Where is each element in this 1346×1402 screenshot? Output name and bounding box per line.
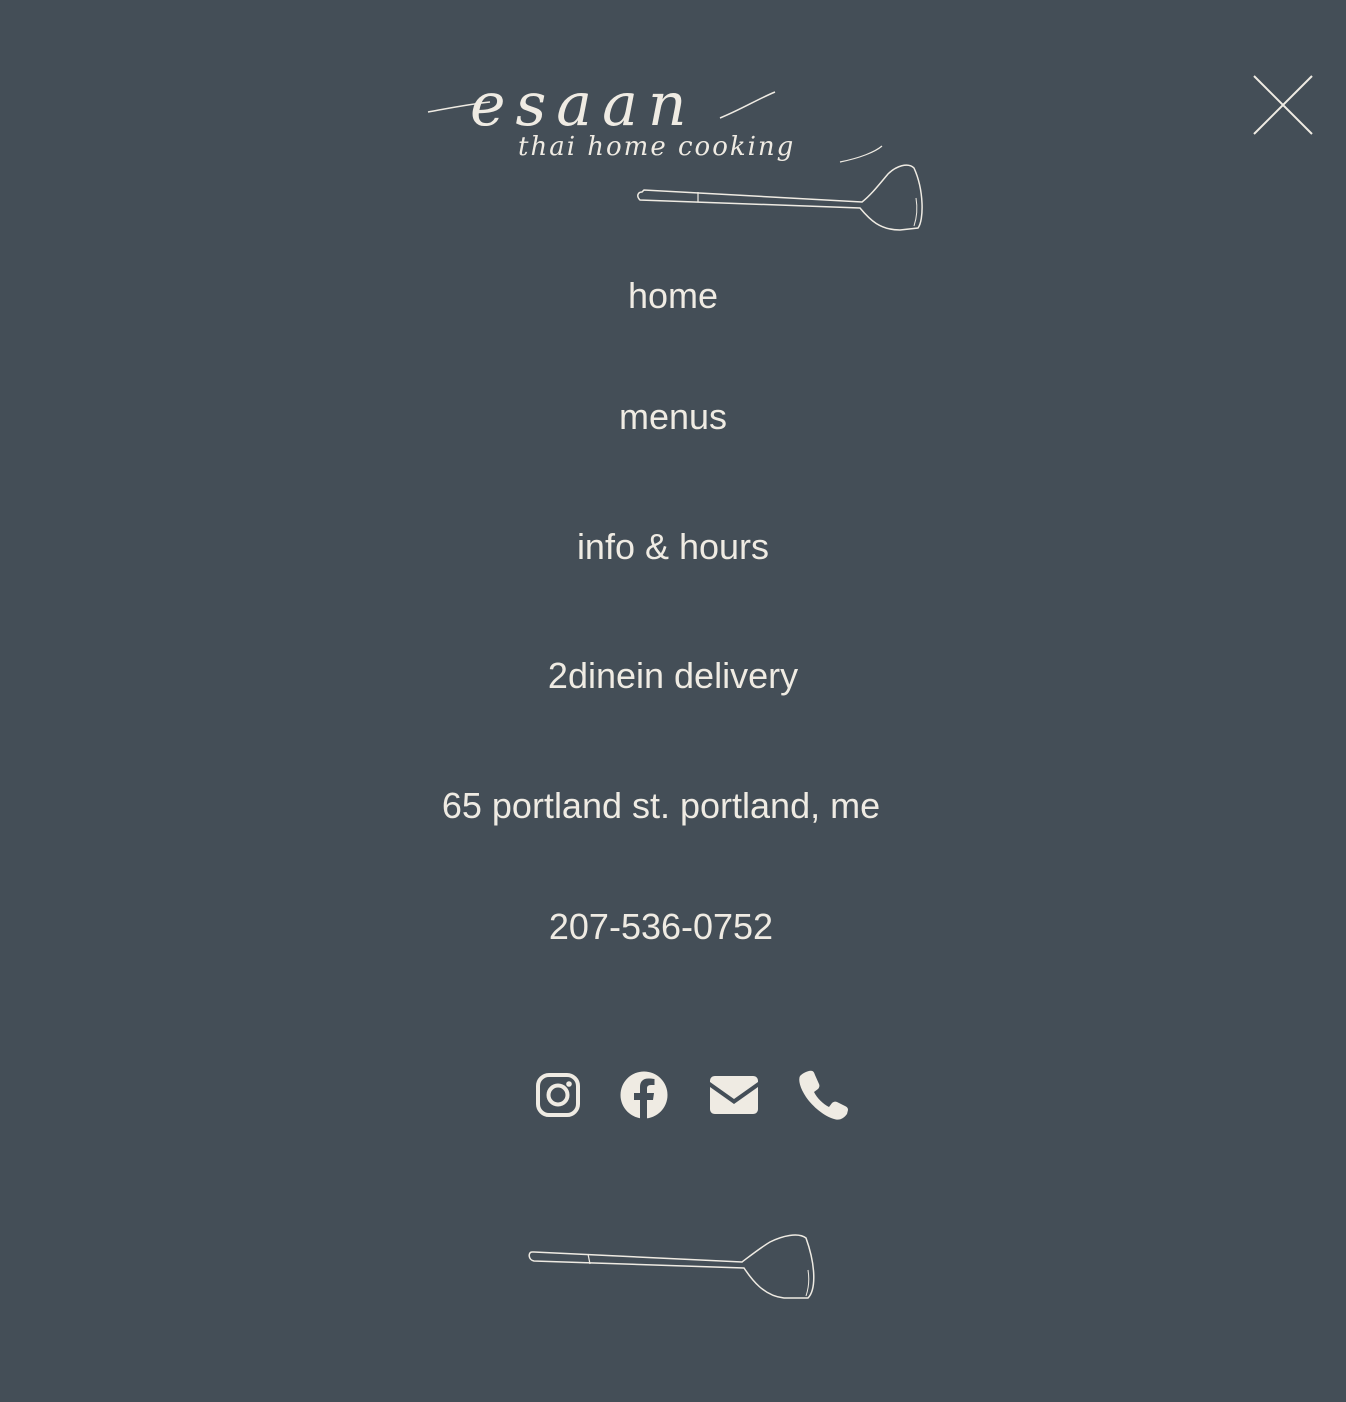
nav-item-menus[interactable]: menus — [0, 395, 1346, 439]
logo[interactable]: esaan thai home cooking — [420, 70, 940, 245]
nav-item-phone[interactable]: 207-536-0752 — [0, 905, 1334, 949]
navigation-overlay: { "brand": { "name": "esaan", "tagline":… — [0, 0, 1346, 1402]
nav-link-phone[interactable]: 207-536-0752 — [549, 906, 773, 947]
instagram-link[interactable] — [530, 1066, 590, 1126]
nav-item-address[interactable]: 65 portland st. portland, me — [0, 784, 1334, 828]
email-icon — [710, 1076, 758, 1114]
nav-item-info-hours[interactable]: info & hours — [0, 525, 1346, 569]
email-link[interactable] — [706, 1066, 766, 1126]
logo-tagline: thai home cooking — [518, 132, 796, 162]
social-links — [530, 1066, 860, 1126]
instagram-icon — [536, 1073, 580, 1117]
facebook-icon — [620, 1071, 668, 1119]
nav-link-info-hours[interactable]: info & hours — [577, 526, 769, 567]
nav-link-address[interactable]: 65 portland st. portland, me — [442, 785, 880, 826]
phone-icon — [799, 1070, 848, 1120]
close-button[interactable] — [1250, 72, 1314, 136]
close-icon — [1253, 75, 1313, 135]
nav-item-delivery[interactable]: 2dinein delivery — [0, 654, 1346, 698]
nav-link-delivery[interactable]: 2dinein delivery — [548, 655, 798, 696]
phone-link[interactable] — [796, 1066, 856, 1126]
nav-link-menus[interactable]: menus — [619, 396, 727, 437]
nav-link-home[interactable]: home — [628, 275, 718, 316]
logo-name: esaan — [470, 70, 697, 140]
nav-item-home[interactable]: home — [0, 274, 1346, 318]
spatula-icon — [526, 1230, 826, 1315]
facebook-link[interactable] — [616, 1066, 676, 1126]
